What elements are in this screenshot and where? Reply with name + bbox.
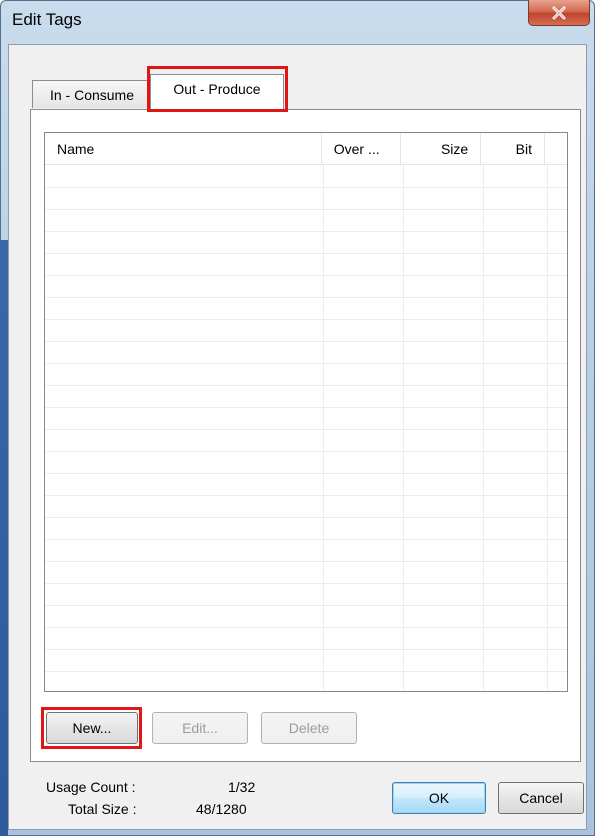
cancel-button[interactable]: Cancel	[498, 782, 584, 814]
column-header-filler	[545, 133, 567, 165]
column-header-over-label: Over ...	[333, 141, 380, 157]
column-header-name[interactable]: Name	[45, 133, 322, 165]
column-divider	[403, 165, 404, 691]
tab-out-produce[interactable]: Out - Produce	[150, 74, 284, 110]
row-gridline	[45, 539, 567, 540]
delete-button[interactable]: Delete	[261, 712, 357, 744]
tags-list[interactable]: Name Over ... Size Bit	[44, 132, 568, 692]
row-gridline	[45, 451, 567, 452]
column-divider	[483, 165, 484, 691]
row-gridline	[45, 517, 567, 518]
row-gridline	[45, 253, 567, 254]
row-gridline	[45, 429, 567, 430]
row-gridline	[45, 495, 567, 496]
row-gridline	[45, 187, 567, 188]
row-gridline	[45, 385, 567, 386]
edit-button[interactable]: Edit...	[152, 712, 248, 744]
column-header-name-label: Name	[57, 141, 95, 157]
window-edge-accent	[0, 240, 8, 836]
column-header-bit-label: Bit	[515, 141, 532, 157]
list-header: Name Over ... Size Bit	[45, 133, 567, 165]
ok-button-label: OK	[428, 790, 450, 806]
row-gridline	[45, 341, 567, 342]
tab-in-consume[interactable]: In - Consume	[32, 80, 152, 108]
row-gridline	[45, 671, 567, 672]
total-size-label: Total Size :	[68, 801, 137, 817]
usage-count-label: Usage Count :	[46, 779, 136, 795]
row-gridline	[45, 297, 567, 298]
new-button-label: New...	[72, 720, 112, 736]
usage-count-value: 1/32	[228, 779, 256, 795]
row-gridline	[45, 561, 567, 562]
row-gridline	[45, 407, 567, 408]
column-header-bit[interactable]: Bit	[481, 133, 545, 165]
delete-button-label: Delete	[288, 720, 330, 736]
cancel-button-label: Cancel	[519, 790, 563, 806]
row-gridline	[45, 231, 567, 232]
column-divider	[547, 165, 548, 691]
column-divider	[323, 165, 324, 691]
list-rows	[45, 165, 567, 691]
row-gridline	[45, 583, 567, 584]
row-gridline	[45, 363, 567, 364]
close-button[interactable]	[528, 0, 590, 26]
tab-in-consume-label: In - Consume	[49, 86, 135, 103]
column-header-size-label: Size	[440, 141, 469, 157]
row-gridline	[45, 275, 567, 276]
row-gridline	[45, 649, 567, 650]
row-gridline	[45, 319, 567, 320]
row-gridline	[45, 473, 567, 474]
edit-button-label: Edit...	[182, 720, 218, 736]
ok-button[interactable]: OK	[392, 782, 486, 814]
new-button[interactable]: New...	[46, 712, 138, 744]
row-gridline	[45, 627, 567, 628]
column-header-size[interactable]: Size	[401, 133, 482, 165]
total-size-value: 48/1280	[196, 801, 247, 817]
row-gridline	[45, 605, 567, 606]
row-gridline	[45, 209, 567, 210]
column-header-over[interactable]: Over ...	[322, 133, 402, 165]
close-icon	[552, 6, 566, 20]
tab-out-produce-label: Out - Produce	[173, 81, 261, 97]
window-title: Edit Tags	[12, 10, 82, 29]
